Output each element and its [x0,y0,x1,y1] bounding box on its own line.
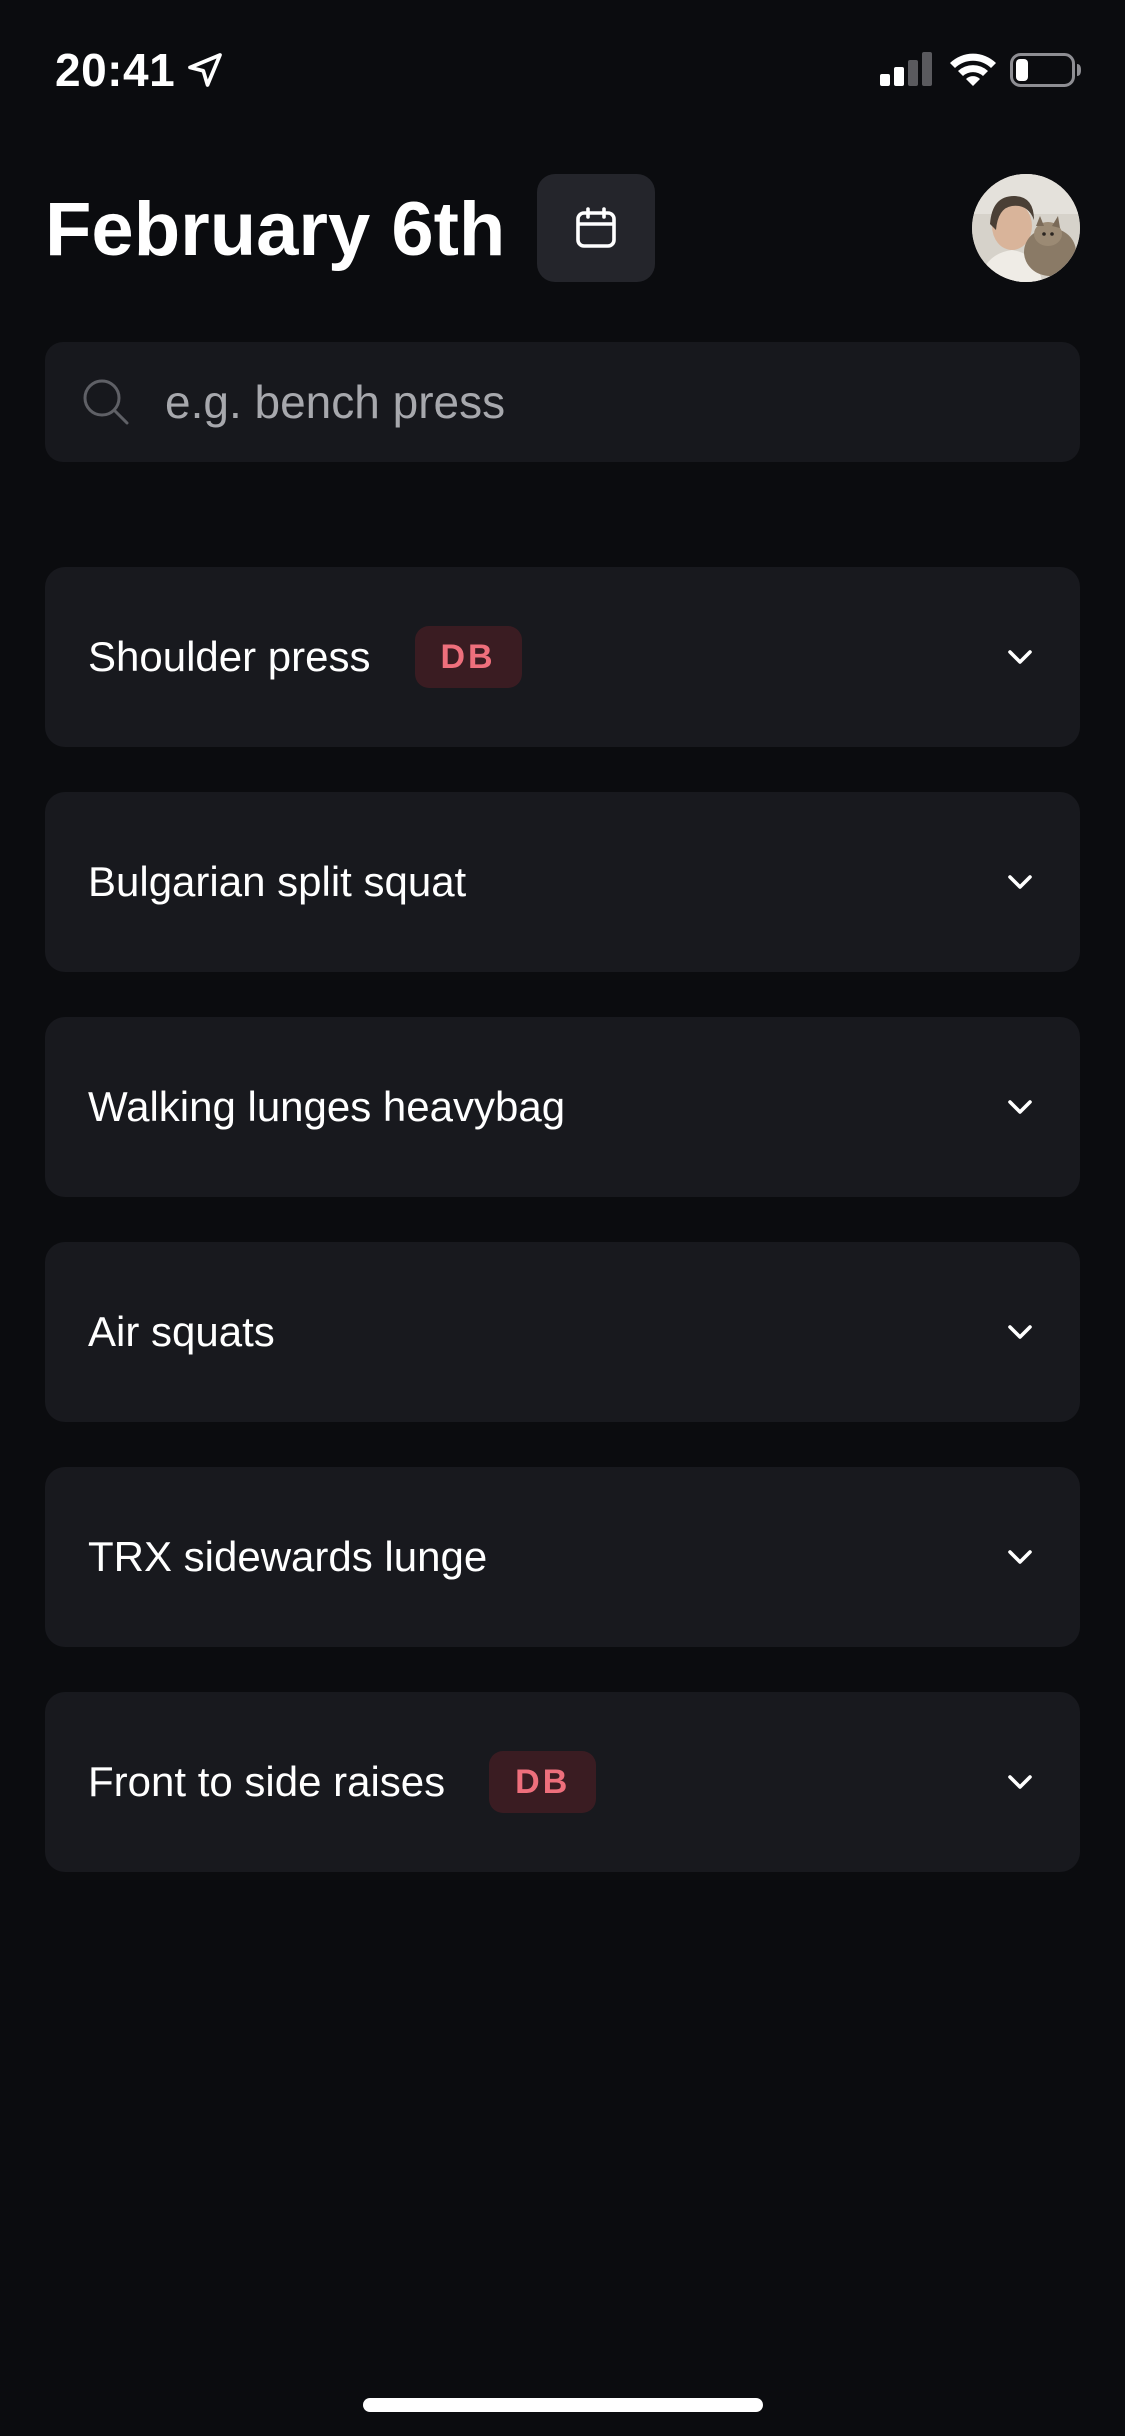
exercise-card-walking-lunges-heavybag[interactable]: Walking lunges heavybag [45,1017,1080,1197]
exercise-list: Shoulder press DB Bulgarian split squat … [45,567,1080,1917]
calendar-icon [576,207,616,248]
chevron-down-icon[interactable] [1002,639,1038,675]
equipment-badge: DB [414,626,522,688]
exercise-card-front-to-side-raises[interactable]: Front to side raises DB [45,1692,1080,1872]
chevron-down-icon[interactable] [1002,864,1038,900]
search-bar[interactable] [45,342,1080,462]
exercise-name: Front to side raises [88,1758,446,1805]
avatar-image [972,174,1080,282]
avatar[interactable] [972,174,1080,282]
exercise-card-bulgarian-split-squat[interactable]: Bulgarian split squat [45,792,1080,972]
exercise-name: Air squats [88,1308,275,1355]
wifi-icon [950,53,996,86]
equipment-badge: DB [489,1751,597,1813]
chevron-down-icon[interactable] [1002,1764,1038,1800]
location-arrow-icon [188,53,222,87]
exercise-card-shoulder-press[interactable]: Shoulder press DB [45,567,1080,747]
status-bar: 20:41 [0,0,1125,140]
home-indicator[interactable] [363,2398,763,2412]
calendar-button[interactable] [537,174,655,282]
search-input[interactable] [165,342,1045,462]
cellular-signal-icon [880,52,932,86]
chevron-down-icon[interactable] [1002,1089,1038,1125]
exercise-name: Bulgarian split squat [88,858,467,905]
exercise-card-trx-sidewards-lunge[interactable]: TRX sidewards lunge [45,1467,1080,1647]
exercise-name: TRX sidewards lunge [88,1533,488,1580]
exercise-card-air-squats[interactable]: Air squats [45,1242,1080,1422]
search-icon [83,379,129,425]
page-title: February 6th [45,187,506,272]
battery-icon [1010,53,1081,87]
chevron-down-icon[interactable] [1002,1539,1038,1575]
chevron-down-icon[interactable] [1002,1314,1038,1350]
exercise-name: Walking lunges heavybag [88,1083,566,1130]
status-time: 20:41 [55,44,176,96]
exercise-name: Shoulder press [88,633,371,680]
